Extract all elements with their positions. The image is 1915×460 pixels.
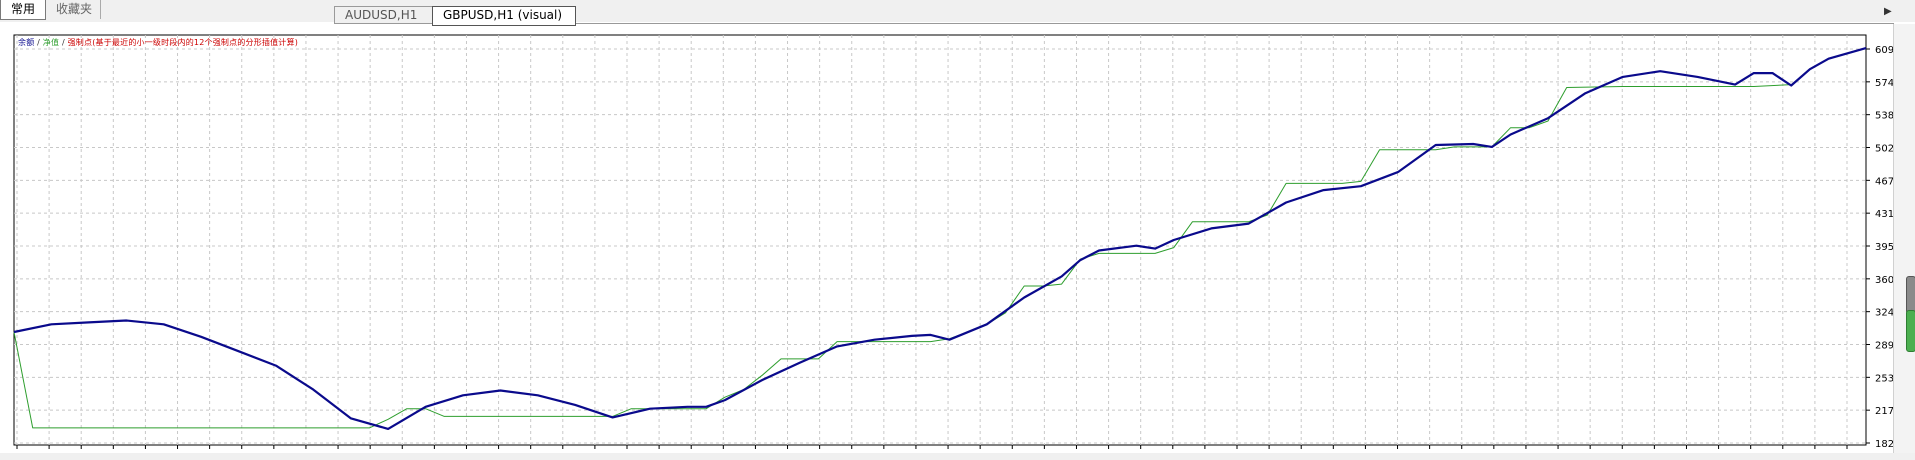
horizontal-scrollbar[interactable] [0,453,1915,460]
chart-legend: 余额 / 净值 / 强制点(基于最近的小一级时段内的12个强制点的分形插值计算) [18,37,298,48]
y-tick-label: 2891 [1875,341,1893,352]
y-tick-label: 2534 [1875,373,1893,384]
legend-separator: / [59,38,68,47]
scroll-thumb-green[interactable] [1906,310,1915,352]
balance-line [13,47,1867,430]
y-tick-label: 4672 [1875,176,1893,187]
scroll-thumb[interactable] [1906,276,1915,314]
y-tick-label: 4316 [1875,209,1893,220]
tab-gbpusd[interactable]: GBPUSD,H1 (visual) [432,6,576,26]
legend-margin: 强制点(基于最近的小一级时段内的12个强制点的分形插值计算) [67,38,299,47]
y-tick-label: 5028 [1875,144,1893,155]
tab-favorites[interactable]: 收藏夹 [48,0,101,19]
equity-line [13,84,1792,429]
legend-separator: / [34,38,43,47]
tab-common[interactable]: 常用 [0,0,46,20]
y-tick-label: 2178 [1875,406,1893,417]
chart-svg: 6097 5741 5385 5028 4672 4316 3959 3603 3247 2891… [13,34,1893,460]
y-tick-label: 5385 [1875,111,1893,122]
y-tick-label: 3247 [1875,308,1893,319]
legend-equity: 净值 [42,38,60,47]
legend-balance: 余额 [18,38,35,47]
plot-frame [13,34,1867,446]
y-tick-label: 6097 [1875,45,1893,56]
y-tick-label: 1822 [1875,439,1893,450]
scroll-right-icon[interactable]: ▶ [1884,6,1892,17]
y-tick-label: 3603 [1875,275,1893,286]
chart-area[interactable]: 6097 5741 5385 5028 4672 4316 3959 3603 3247 2891… [0,24,1915,460]
y-tick-label: 5741 [1875,78,1893,89]
top-tab-bar: 常用 收藏夹 AUDUSD,H1 GBPUSD,H1 (visual) ▶ [0,0,1915,26]
vertical-scrollbar[interactable] [1893,24,1915,460]
y-tick-label: 3959 [1875,242,1893,253]
